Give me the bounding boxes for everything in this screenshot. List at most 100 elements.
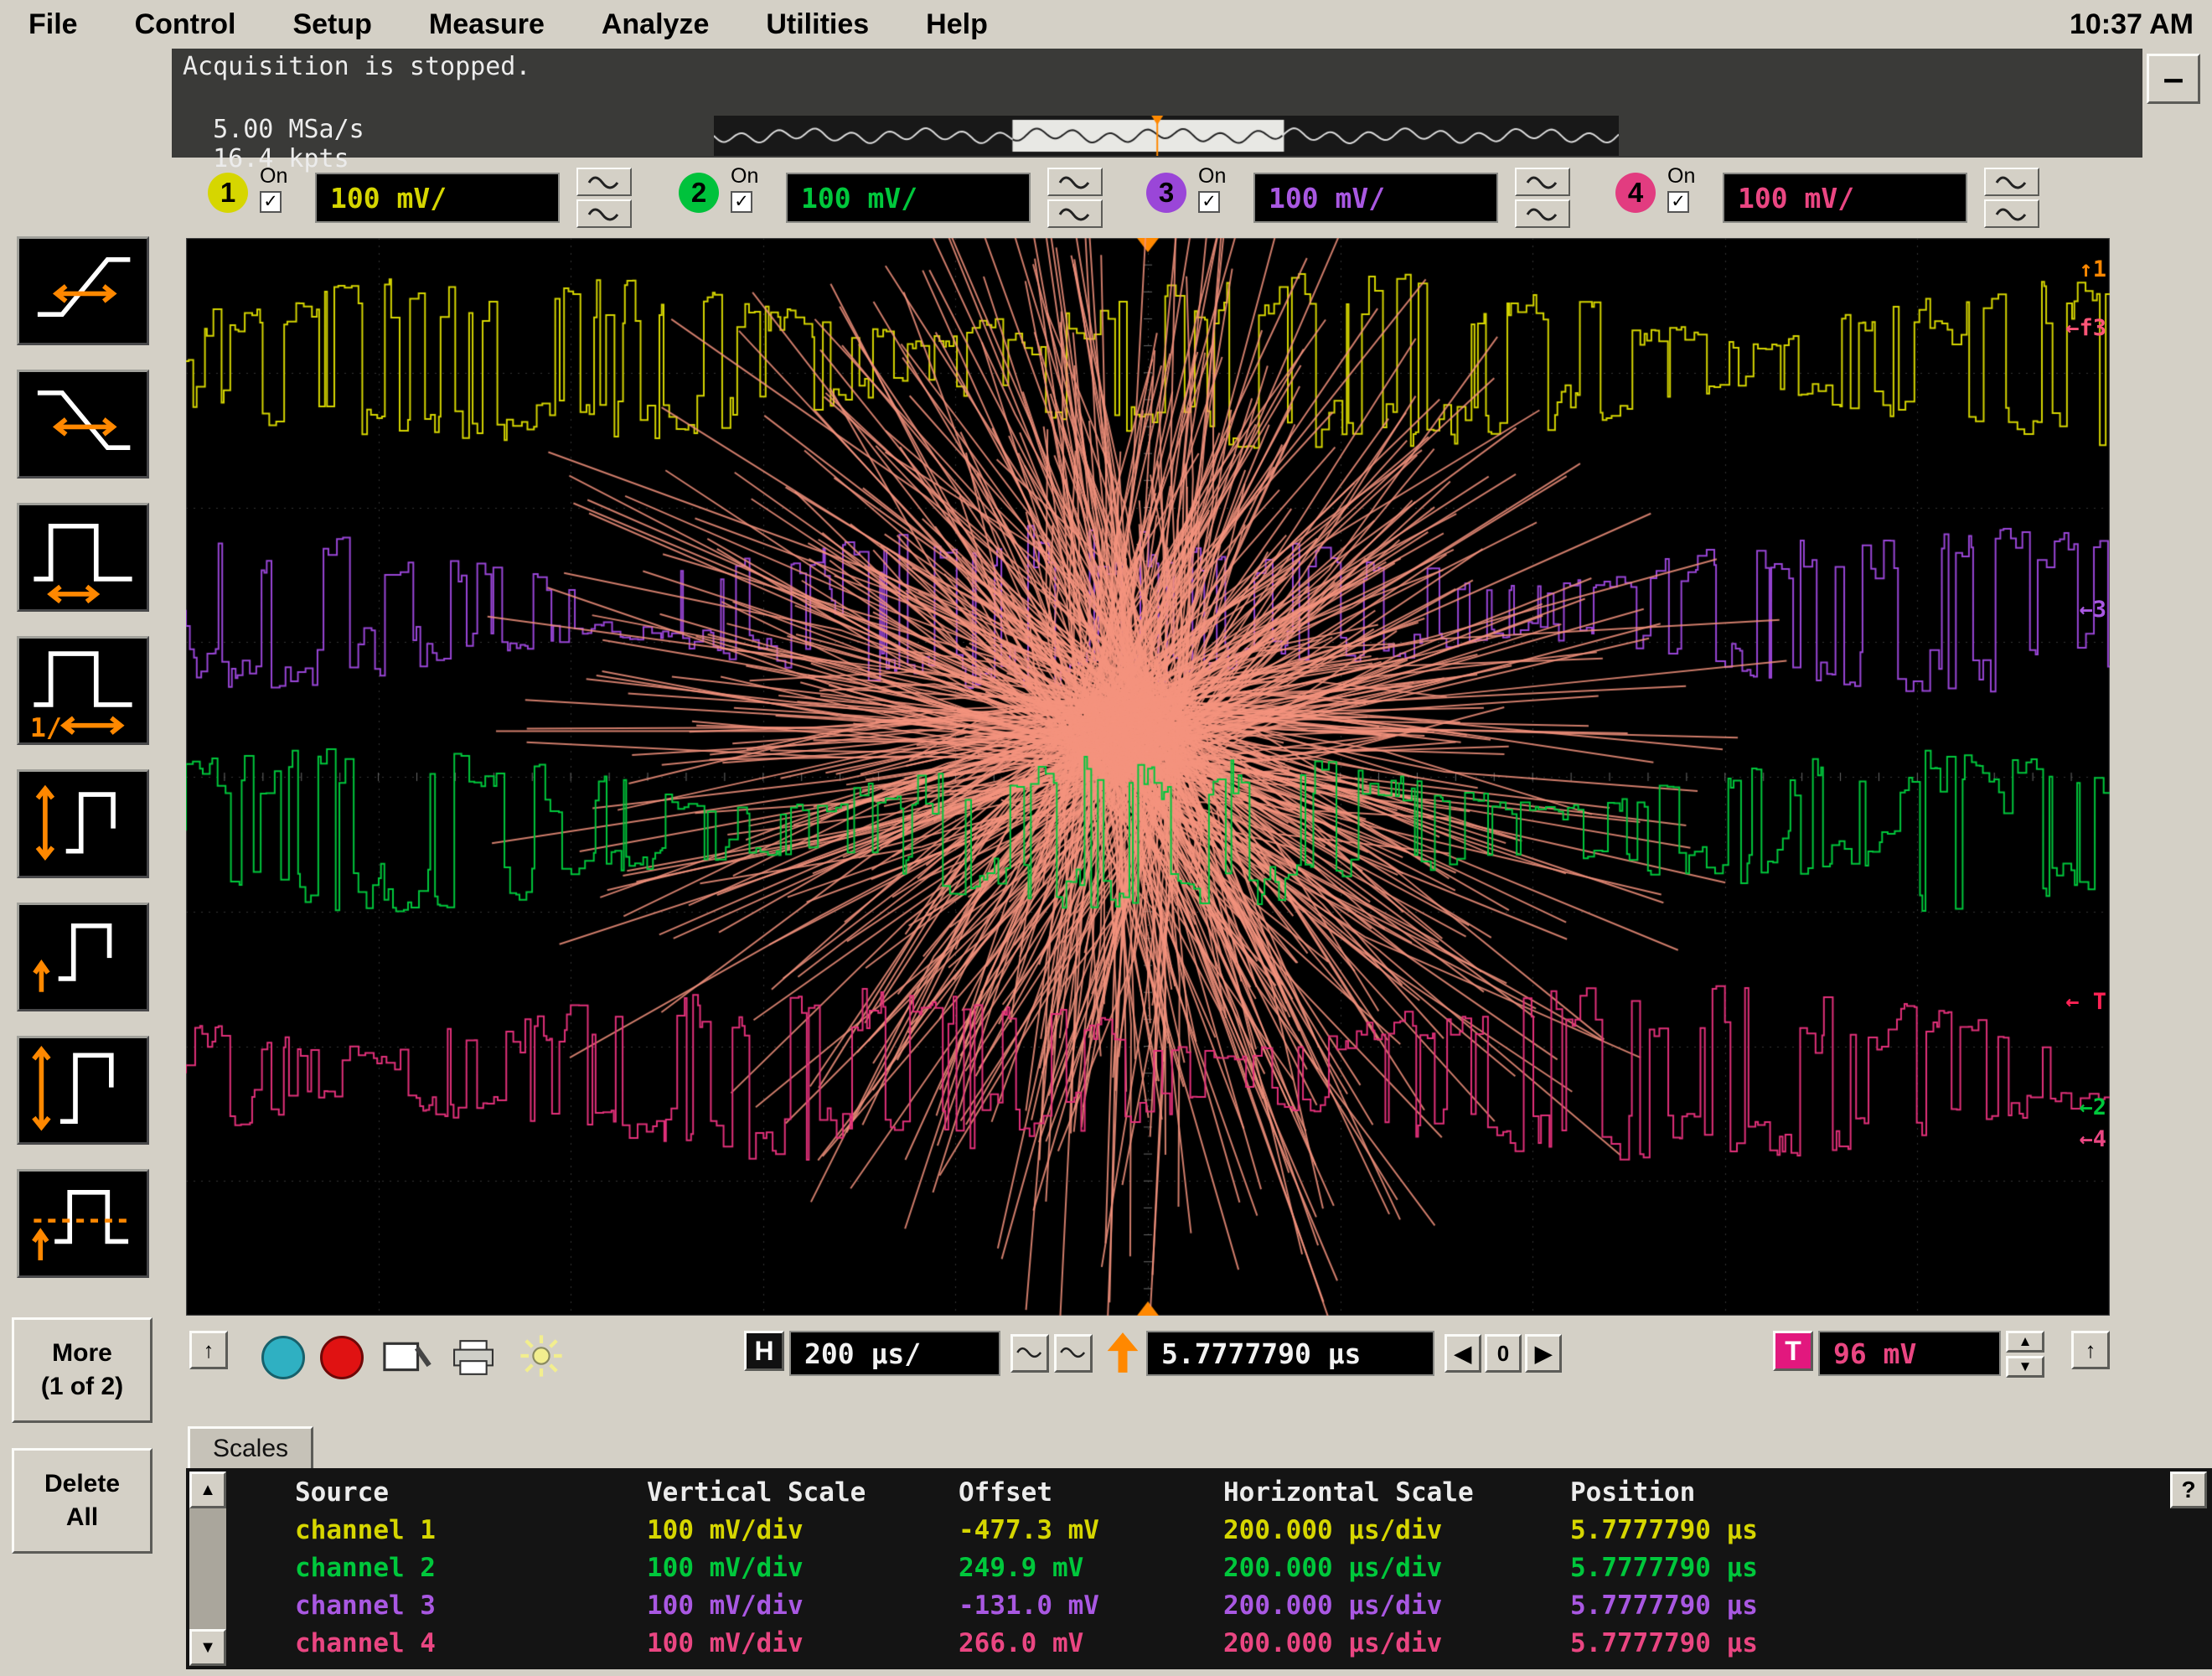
channel-2-scale-box[interactable]: 100 mV/ bbox=[786, 173, 1031, 223]
channel-2-on-checkbox[interactable]: ✓ bbox=[731, 191, 752, 213]
scales-scroll-down-button[interactable]: ▼ bbox=[189, 1629, 226, 1666]
channel-3-badge[interactable]: 3 bbox=[1146, 173, 1186, 213]
marker-channel-1[interactable]: ↑1 bbox=[2079, 256, 2106, 282]
channel-4-coupling-button-2[interactable] bbox=[1984, 199, 2039, 228]
trigger-level-box[interactable]: 96 mV bbox=[1818, 1331, 2001, 1376]
scales-row-channel-1[interactable]: channel 1100 mV/div-477.3 mV200.000 µs/d… bbox=[295, 1511, 1930, 1549]
period-icon: 1/ bbox=[19, 639, 147, 742]
marker-trigger-level[interactable]: ← T bbox=[2065, 989, 2106, 1015]
scales-scrollbar-track[interactable] bbox=[189, 1508, 226, 1629]
trigger-level-up-button[interactable]: ▲ bbox=[2006, 1331, 2044, 1353]
scroll-up-right-button[interactable]: ↑ bbox=[2071, 1331, 2110, 1369]
channel-3-scale-box[interactable]: 100 mV/ bbox=[1253, 173, 1498, 223]
channel-1-coupling-button-2[interactable] bbox=[576, 199, 632, 228]
channel-1-scale-box[interactable]: 100 mV/ bbox=[315, 173, 560, 223]
position-right-button[interactable]: ▶ bbox=[1525, 1334, 1562, 1373]
menu-item-help[interactable]: Help bbox=[897, 8, 1016, 41]
more-measurements-button[interactable]: More (1 of 2) bbox=[12, 1317, 152, 1423]
channel-2-coupling-button-2[interactable] bbox=[1047, 199, 1103, 228]
display-brightness-button[interactable] bbox=[516, 1332, 566, 1379]
horizontal-badge[interactable]: H bbox=[744, 1331, 784, 1371]
brightness-sun-icon bbox=[516, 1332, 566, 1379]
header-vertical-scale: Vertical Scale bbox=[647, 1477, 959, 1508]
sine-wave-icon bbox=[586, 173, 623, 192]
trigger-badge[interactable]: T bbox=[1773, 1331, 1813, 1371]
sine-wave-icon bbox=[1057, 173, 1093, 192]
copy-screen-button[interactable] bbox=[379, 1337, 434, 1378]
measure-peak-peak-button[interactable] bbox=[17, 1036, 149, 1145]
channel-2-on-label: On bbox=[731, 164, 758, 188]
menu-item-measure[interactable]: Measure bbox=[401, 8, 573, 41]
channel-3-controls: 3 On ✓ 100 mV/ bbox=[1146, 159, 1615, 236]
menu-item-control[interactable]: Control bbox=[106, 8, 265, 41]
menu-item-setup[interactable]: Setup bbox=[264, 8, 400, 41]
horizontal-zoom-button-2[interactable] bbox=[1054, 1334, 1093, 1373]
sine-wave-icon bbox=[1058, 1344, 1088, 1361]
channel-4-scale-box[interactable]: 100 mV/ bbox=[1723, 173, 1967, 223]
delete-label-line1: Delete bbox=[14, 1467, 150, 1501]
channel-1-badge[interactable]: 1 bbox=[208, 173, 248, 213]
horizontal-position-box[interactable]: 5.7777790 µs bbox=[1146, 1331, 1434, 1376]
channel-2-coupling-button-1[interactable] bbox=[1047, 168, 1103, 196]
horizontal-zoom-button-1[interactable] bbox=[1010, 1334, 1049, 1373]
channel-3-coupling-button-1[interactable] bbox=[1515, 168, 1570, 196]
channel-3-on-label: On bbox=[1198, 164, 1226, 188]
marker-channel-4[interactable]: ←4 bbox=[2079, 1126, 2106, 1152]
measure-rise-time-button[interactable] bbox=[17, 236, 149, 345]
channel-1-coupling-button-1[interactable] bbox=[576, 168, 632, 196]
scales-row-channel-3[interactable]: channel 3100 mV/div-131.0 mV200.000 µs/d… bbox=[295, 1586, 1930, 1624]
copy-screen-icon bbox=[379, 1337, 434, 1378]
channel-4-on-checkbox[interactable]: ✓ bbox=[1667, 191, 1689, 213]
menu-item-file[interactable]: File bbox=[0, 8, 106, 41]
menu-item-analyze[interactable]: Analyze bbox=[573, 8, 738, 41]
waveform-display[interactable]: ↑1 ←f3 ←3 ← T ←2 ←4 bbox=[186, 238, 2110, 1316]
channel-4-badge[interactable]: 4 bbox=[1615, 173, 1656, 213]
run-button[interactable] bbox=[261, 1336, 305, 1379]
position-zero-button[interactable]: 0 bbox=[1485, 1334, 1522, 1373]
trigger-position-marker-button[interactable] bbox=[1104, 1329, 1141, 1376]
stop-button[interactable] bbox=[320, 1336, 364, 1379]
channel-4-coupling-button-1[interactable] bbox=[1984, 168, 2039, 196]
scales-scroll-up-button[interactable]: ▲ bbox=[189, 1472, 226, 1508]
header-source: Source bbox=[295, 1477, 647, 1508]
measure-amplitude-button[interactable] bbox=[17, 769, 149, 878]
waveform-canvas[interactable] bbox=[186, 238, 2110, 1316]
measure-top-button[interactable] bbox=[17, 903, 149, 1011]
pulse-width-icon bbox=[19, 505, 147, 609]
measure-base-button[interactable] bbox=[17, 1169, 149, 1278]
marker-channel-3[interactable]: ←3 bbox=[2079, 597, 2106, 623]
delete-all-button[interactable]: Delete All bbox=[12, 1448, 152, 1554]
marker-function-3[interactable]: ←f3 bbox=[2065, 315, 2106, 341]
tab-scales[interactable]: Scales bbox=[188, 1426, 313, 1468]
clock: 10:37 AM bbox=[2070, 8, 2194, 41]
amplitude-icon bbox=[19, 772, 147, 876]
sine-wave-icon bbox=[1993, 173, 2030, 192]
menu-item-utilities[interactable]: Utilities bbox=[737, 8, 897, 41]
header-position: Position bbox=[1570, 1477, 1930, 1508]
minimize-button[interactable]: – bbox=[2147, 54, 2200, 104]
fall-time-icon bbox=[19, 372, 147, 476]
position-left-button[interactable]: ◀ bbox=[1445, 1334, 1481, 1373]
peak-peak-icon bbox=[19, 1038, 147, 1142]
marker-channel-2[interactable]: ←2 bbox=[2079, 1094, 2106, 1120]
measure-pulse-width-button[interactable] bbox=[17, 503, 149, 612]
horizontal-scale-box[interactable]: 200 µs/ bbox=[789, 1331, 1000, 1376]
channel-3-coupling-button-2[interactable] bbox=[1515, 199, 1570, 228]
sine-wave-icon bbox=[1057, 205, 1093, 224]
measure-fall-time-button[interactable] bbox=[17, 370, 149, 478]
orange-up-arrow-icon bbox=[1104, 1329, 1141, 1376]
measure-period-button[interactable]: 1/ bbox=[17, 636, 149, 745]
header-horizontal-scale: Horizontal Scale bbox=[1223, 1477, 1570, 1508]
scroll-up-left-button[interactable]: ↑ bbox=[189, 1331, 228, 1369]
trigger-level-down-button[interactable]: ▼ bbox=[2006, 1356, 2044, 1378]
channel-1-on-checkbox[interactable]: ✓ bbox=[260, 191, 282, 213]
printer-icon bbox=[446, 1337, 501, 1378]
channel-3-on-checkbox[interactable]: ✓ bbox=[1198, 191, 1220, 213]
scales-help-button[interactable]: ? bbox=[2170, 1472, 2207, 1508]
scales-row-channel-4[interactable]: channel 4100 mV/div266.0 mV200.000 µs/di… bbox=[295, 1624, 1930, 1662]
acquisition-preview-bar[interactable] bbox=[714, 116, 1619, 156]
scales-row-channel-2[interactable]: channel 2100 mV/div249.9 mV200.000 µs/di… bbox=[295, 1549, 1930, 1586]
channel-1-controls: 1 On ✓ 100 mV/ bbox=[208, 159, 677, 236]
channel-2-badge[interactable]: 2 bbox=[679, 173, 719, 213]
print-button[interactable] bbox=[446, 1337, 501, 1378]
